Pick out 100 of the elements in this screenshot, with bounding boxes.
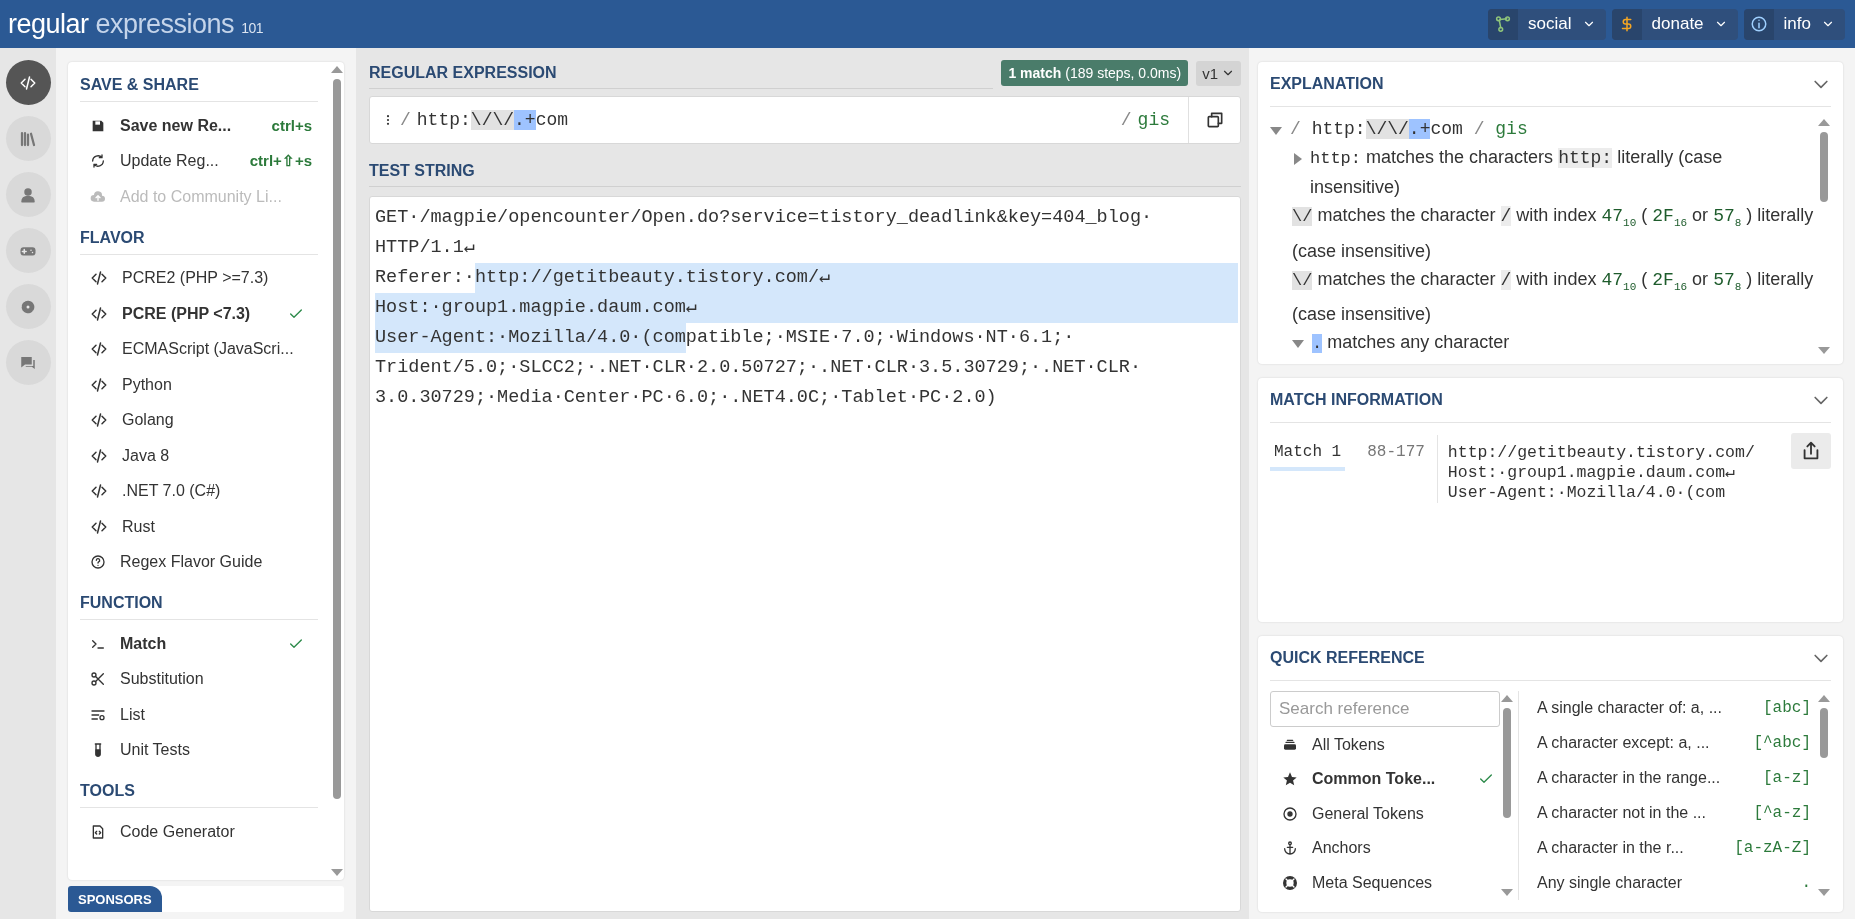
reference-item[interactable]: Any single character . xyxy=(1531,865,1817,900)
target-icon xyxy=(1282,805,1298,822)
code-icon xyxy=(90,446,108,465)
nav-button[interactable] xyxy=(5,340,51,385)
regex-flags[interactable]: gis xyxy=(1137,110,1170,130)
scrollbar-thumb[interactable] xyxy=(333,79,341,799)
scroll-down-arrow[interactable] xyxy=(1818,889,1830,896)
person-icon xyxy=(19,185,37,204)
explanation-text: \/ matches the character / with index 47$_{10}$ ( 2F$_{16}$ or 57$_{8}$ ) literally (case insensitive) xyxy=(1292,267,1815,327)
menu-item[interactable]: Unit Tests xyxy=(80,732,318,768)
section-title: QUICK REFERENCE xyxy=(1270,649,1425,667)
nav-button[interactable] xyxy=(5,116,51,161)
copy-icon xyxy=(1204,110,1225,130)
match-count-badge: 1 match (189 steps, 0.0ms) xyxy=(1001,60,1189,86)
sponsors-label: SPONSORS xyxy=(68,886,162,912)
category-item[interactable]: General Tokens xyxy=(1270,796,1500,831)
code-file-icon xyxy=(90,823,106,840)
refresh-icon xyxy=(90,153,106,170)
code-icon xyxy=(90,269,108,288)
question-icon xyxy=(90,554,106,571)
scrollbar-thumb[interactable] xyxy=(1820,708,1828,758)
match-range: 88-177 xyxy=(1367,443,1425,464)
app-logo[interactable]: regular expressions 101 xyxy=(8,8,263,40)
scrollbar-thumb[interactable] xyxy=(1820,132,1828,202)
menu-item[interactable]: Save new Re... ctrl+s xyxy=(80,108,318,144)
tree-toggle[interactable] xyxy=(1270,127,1282,135)
lifebuoy-icon xyxy=(1282,874,1298,891)
version-dropdown[interactable]: v1 xyxy=(1196,60,1241,86)
section-title: TEST STRING xyxy=(369,155,1241,187)
menu-item[interactable]: Match xyxy=(80,626,318,662)
section-title: FLAVOR xyxy=(80,220,318,255)
nav-button[interactable] xyxy=(5,284,51,329)
scrollbar-thumb[interactable] xyxy=(1503,708,1511,818)
tree-toggle[interactable] xyxy=(1292,340,1304,349)
tree-toggle[interactable] xyxy=(1294,153,1302,165)
scroll-down-arrow[interactable] xyxy=(331,869,343,876)
category-item[interactable]: Anchors xyxy=(1270,830,1500,866)
code-icon xyxy=(90,340,108,359)
star-icon xyxy=(1282,771,1298,788)
cloud-upload-icon xyxy=(90,188,106,205)
category-item[interactable]: All Tokens xyxy=(1270,727,1500,762)
code-icon xyxy=(90,517,108,536)
code-icon xyxy=(19,73,37,92)
explanation-text: . matches any character xyxy=(1312,331,1511,356)
category-item[interactable]: Common Toke... xyxy=(1270,761,1500,797)
regex-input[interactable]: / http:\/\/.+com / gis xyxy=(369,96,1241,144)
scroll-up-arrow[interactable] xyxy=(331,66,343,73)
menu-item[interactable]: Substitution xyxy=(80,661,318,697)
menu-item[interactable]: PCRE2 (PHP >=7.3) xyxy=(80,260,318,296)
menu-item[interactable]: Python xyxy=(80,367,318,403)
reference-item[interactable]: A character not in the ... [^a-z] xyxy=(1531,795,1817,831)
header-menu-button[interactable]: info xyxy=(1743,8,1845,40)
section-title: REGULAR EXPRESSION xyxy=(369,57,994,89)
export-button[interactable] xyxy=(1791,433,1831,470)
test-string-line: 3.0.30729;·Media·Center·PC·6.0;·.NET4.0C;·Tablet·PC·2.0) xyxy=(374,386,998,410)
code-icon xyxy=(90,411,108,430)
scissors-icon xyxy=(90,671,106,688)
section-title: SAVE & SHARE xyxy=(80,68,318,102)
info-icon xyxy=(1749,15,1768,33)
code-icon xyxy=(90,304,108,323)
menu-item[interactable]: Update Reg... ctrl+⇧+s xyxy=(80,143,318,179)
regex-delimiter: / xyxy=(1120,110,1132,130)
search-field[interactable]: Search reference xyxy=(1270,691,1500,728)
section-title: EXPLANATION xyxy=(1270,75,1384,93)
menu-item[interactable]: PCRE (PHP <7.3) xyxy=(80,296,318,332)
regex-delimiter: / xyxy=(400,110,411,130)
reference-item[interactable]: A character except: a, ... [^abc] xyxy=(1531,725,1817,761)
scroll-down-arrow[interactable] xyxy=(1818,347,1830,355)
header-menu-button[interactable]: social xyxy=(1488,8,1606,40)
scroll-up-arrow[interactable] xyxy=(1818,119,1830,126)
test-string-line: GET·/magpie/opencounter/Open.do?service=tistory_deadlink&key=404_blog· xyxy=(374,206,1154,230)
test-string-editor[interactable] xyxy=(369,196,1241,912)
explanation-text: \/ matches the character / with index 47$_{10}$ ( 2F$_{16}$ or 57$_{8}$ ) literally (case insensitive) xyxy=(1292,204,1815,263)
match-text: http://getitbeauty.tistory.com/ Host:·group1.magpie.daum.com↵ User-Agent:·Mozilla/4.0·(com xyxy=(1436,435,1755,504)
header-menu-button[interactable]: donate xyxy=(1611,8,1738,40)
menu-item[interactable]: Code Generator xyxy=(80,814,318,850)
scroll-up-arrow[interactable] xyxy=(1818,695,1830,702)
regex-summary: / http:\/\/.+com / gis xyxy=(1290,118,1529,141)
books-icon xyxy=(19,129,37,148)
category-item[interactable]: Meta Sequences xyxy=(1270,865,1500,900)
nav-button[interactable] xyxy=(5,172,51,217)
test-string-line: Trident/5.0;·SLCC2;·.NET·CLR·2.0.50727;·.NET·CLR·3.5.30729;·.NET·CLR· xyxy=(374,356,1143,380)
reference-item[interactable]: A character in the r... [a-zA-Z] xyxy=(1531,830,1817,866)
reference-item[interactable]: A character in the range... [a-z] xyxy=(1531,760,1817,796)
menu-item[interactable]: Regex Flavor Guide xyxy=(80,544,318,580)
nav-button[interactable] xyxy=(5,60,51,105)
test-string-line: User-Agent:·Mozilla/4.0·(compatible;·MSIE·7.0;·Windows·NT·6.1;· xyxy=(374,323,1238,353)
menu-item[interactable]: Java 8 xyxy=(80,438,318,474)
match-label[interactable]: Match 1 xyxy=(1270,443,1346,472)
explanation-text: http: matches the characters http: literally (case insensitive) xyxy=(1310,146,1724,199)
regex-pattern: http:\/\/.+com xyxy=(416,110,569,130)
reference-item[interactable]: A single character of: a, ... [abc] xyxy=(1531,691,1817,726)
nav-button[interactable] xyxy=(5,228,51,273)
menu-item[interactable]: .NET 7.0 (C#) xyxy=(80,473,318,509)
menu-item[interactable]: Golang xyxy=(80,402,318,438)
menu-item[interactable]: List xyxy=(80,697,318,733)
menu-item[interactable]: Rust xyxy=(80,509,318,545)
test-string-line: Referer:·http://getitbeauty.tistory.com/↵ xyxy=(374,263,1238,293)
share-nodes-icon xyxy=(1494,15,1513,33)
menu-item[interactable]: ECMAScript (JavaScri... xyxy=(80,331,318,367)
